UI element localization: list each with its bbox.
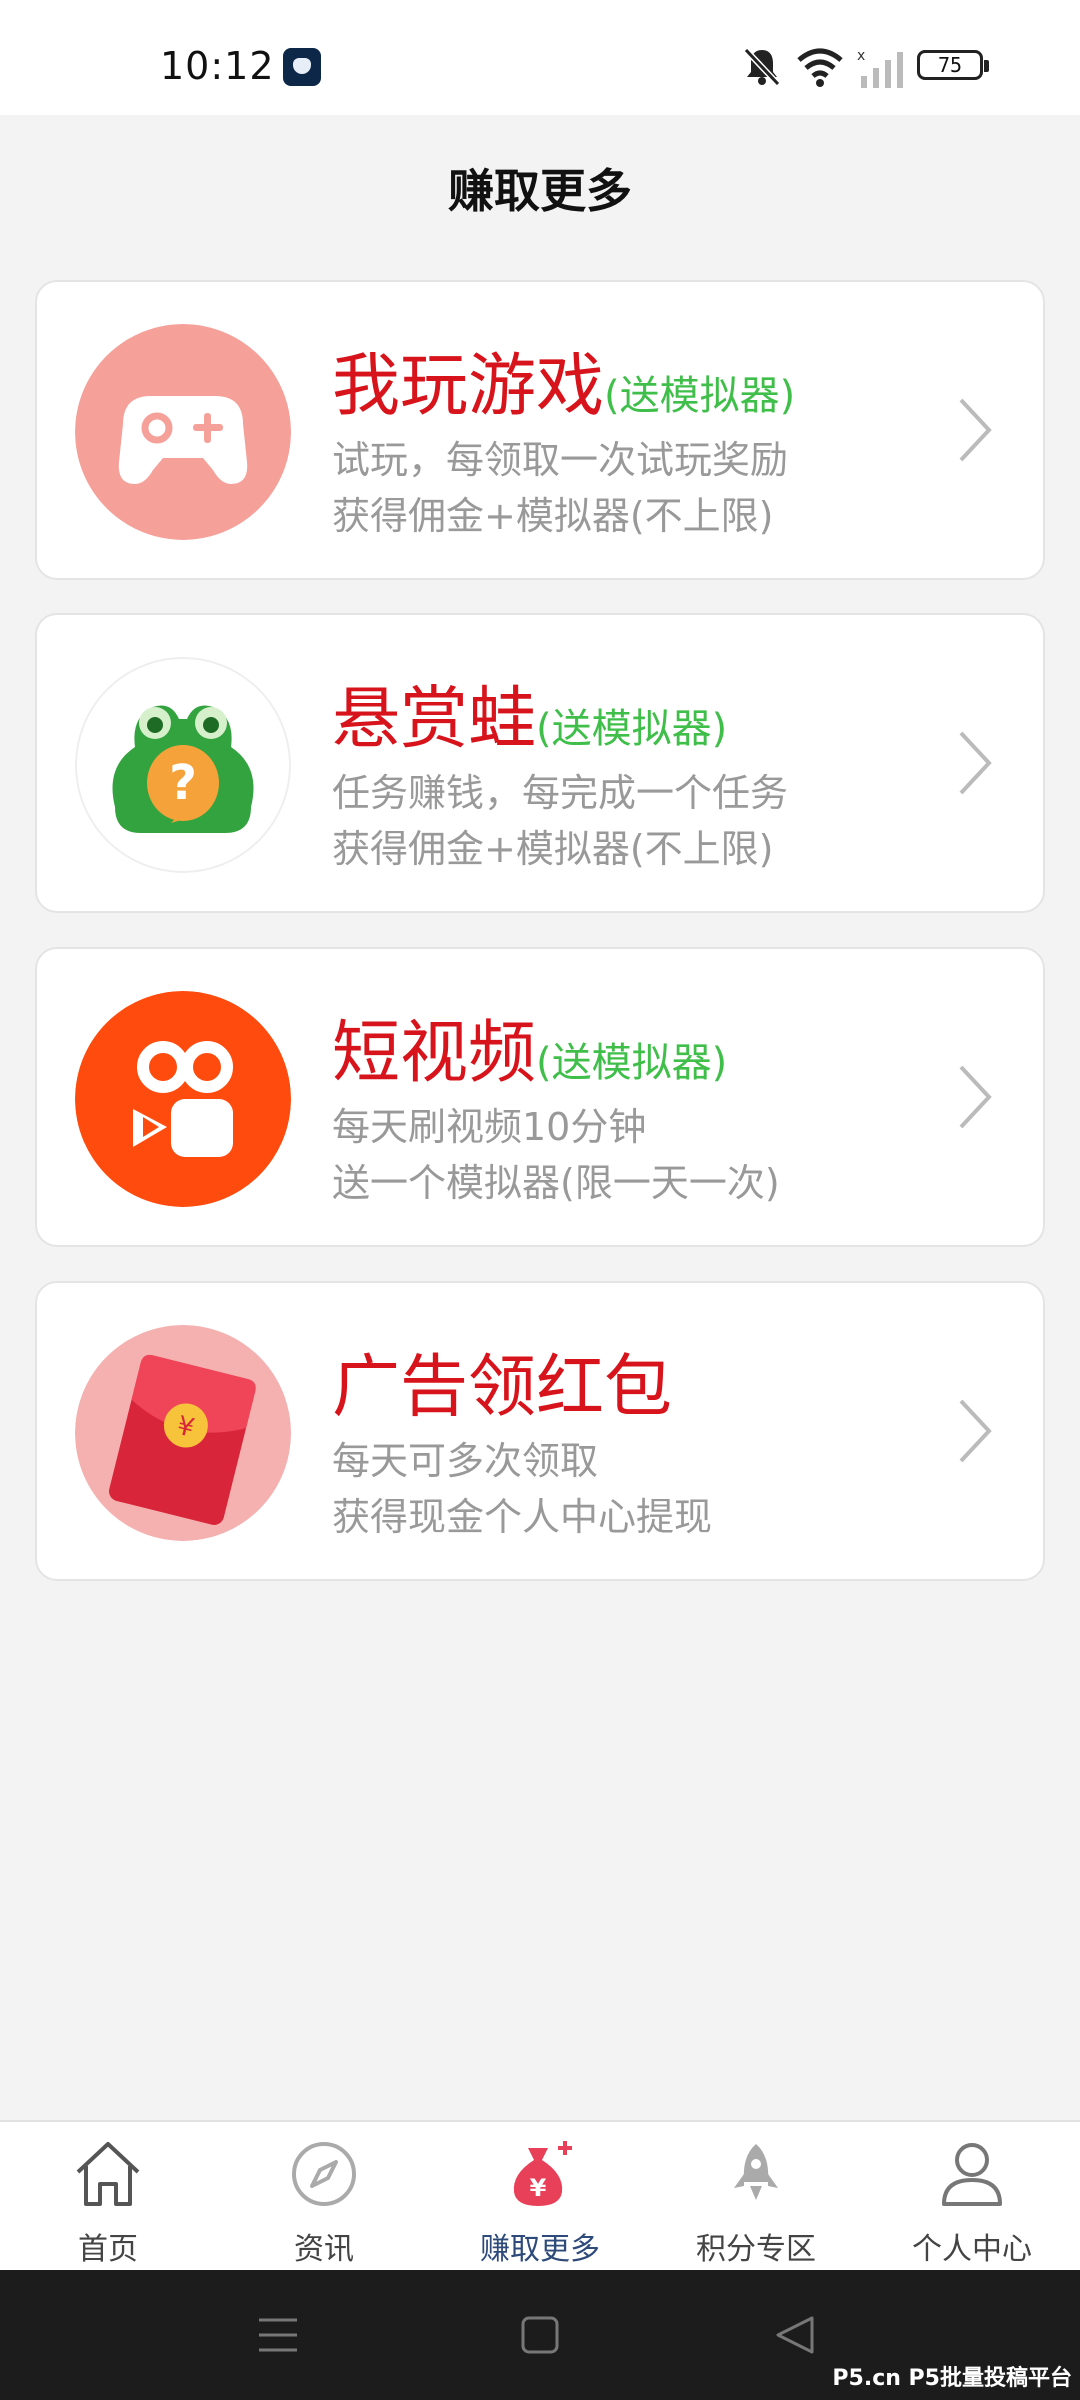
chevron-right-icon <box>959 731 992 795</box>
card-desc-line2: 获得佣金+模拟器(不上限) <box>332 494 774 538</box>
card-ad-red-packet[interactable]: ¥ 广告领红包 每天可多次领取 获得现金个人中心提现 <box>35 1281 1045 1581</box>
card-desc-line2: 送一个模拟器(限一天一次) <box>332 1161 780 1205</box>
gift-tag: (送模拟器) <box>604 373 796 419</box>
wifi-icon <box>797 48 843 87</box>
compass-icon <box>292 2142 356 2206</box>
card-title: 悬赏蛙(送模拟器) <box>332 663 727 762</box>
money-bag-icon: ¥ <box>513 2141 572 2206</box>
header: 赚取更多 <box>0 115 1080 245</box>
svg-text:¥: ¥ <box>530 2174 547 2202</box>
gift-tag: (送模拟器) <box>536 706 728 752</box>
back-icon[interactable] <box>770 2310 820 2360</box>
card-title-text: 广告领红包 <box>332 1348 673 1427</box>
card-play-games[interactable]: 我玩游戏(送模拟器) 试玩，每领取一次试玩奖励 获得佣金+模拟器(不上限) <box>35 280 1045 580</box>
tab-label: 首页 <box>78 2232 138 2267</box>
card-description: 试玩，每领取一次试玩奖励 获得佣金+模拟器(不上限) <box>332 432 788 544</box>
menu-icon[interactable] <box>253 2310 303 2360</box>
card-desc-line1: 每天刷视频10分钟 <box>332 1105 647 1149</box>
bell-muted-icon <box>743 47 781 87</box>
red-envelope-icon: ¥ <box>75 1325 291 1541</box>
tab-label: 积分专区 <box>696 2232 816 2267</box>
card-desc-line1: 试玩，每领取一次试玩奖励 <box>332 438 789 482</box>
tab-home[interactable]: 首页 <box>0 2122 216 2272</box>
watermark: P5.cn P5批量投稿平台 <box>832 2366 1072 2391</box>
card-description: 每天刷视频10分钟 送一个模拟器(限一天一次) <box>332 1099 780 1211</box>
home-icon <box>76 2142 140 2206</box>
card-short-video[interactable]: 短视频(送模拟器) 每天刷视频10分钟 送一个模拟器(限一天一次) <box>35 947 1045 1247</box>
card-title: 我玩游戏(送模拟器) <box>332 330 795 429</box>
tab-label: 资讯 <box>294 2232 354 2267</box>
card-desc-line2: 获得现金个人中心提现 <box>332 1495 713 1539</box>
card-bounty-frog[interactable]: ? 悬赏蛙(送模拟器) 任务赚钱，每完成一个任务 获得佣金+模拟器(不上限) <box>35 613 1045 913</box>
card-desc-line2: 获得佣金+模拟器(不上限) <box>332 827 774 871</box>
tab-news[interactable]: 资讯 <box>216 2122 432 2272</box>
card-title-text: 我玩游戏 <box>332 347 605 426</box>
tab-earn-more[interactable]: ¥ 赚取更多 <box>432 2122 648 2272</box>
gamepad-icon <box>75 324 291 540</box>
page-title: 赚取更多 <box>448 164 632 218</box>
card-title-text: 悬赏蛙 <box>332 680 537 759</box>
svg-text:x: x <box>857 48 865 64</box>
tab-label: 个人中心 <box>912 2232 1032 2267</box>
status-bar: 10:12 x 75 <box>0 0 1080 115</box>
system-nav-bar: P5.cn P5批量投稿平台 <box>0 2270 1080 2400</box>
notification-app-icon <box>283 48 321 86</box>
card-title: 短视频(送模拟器) <box>332 997 727 1096</box>
rocket-icon <box>734 2144 778 2200</box>
card-desc-line1: 任务赚钱，每完成一个任务 <box>332 771 789 815</box>
home-square-icon[interactable] <box>515 2310 565 2360</box>
card-title: 广告领红包 <box>332 1331 672 1430</box>
bottom-tab-bar: 首页 资讯 ¥ 赚取更多 积分专区 个人中心 <box>0 2120 1080 2270</box>
chevron-right-icon <box>959 398 992 462</box>
person-icon <box>942 2143 1002 2206</box>
card-title-text: 短视频 <box>332 1014 537 1093</box>
card-description: 每天可多次领取 获得现金个人中心提现 <box>332 1433 712 1545</box>
video-camera-icon <box>75 991 291 1207</box>
battery-indicator: 75 <box>917 50 989 80</box>
tab-profile[interactable]: 个人中心 <box>864 2122 1080 2272</box>
tab-points-zone[interactable]: 积分专区 <box>648 2122 864 2272</box>
card-desc-line1: 每天可多次领取 <box>332 1439 599 1483</box>
status-time: 10:12 <box>160 44 275 88</box>
signal-icon: x <box>857 48 903 88</box>
chevron-right-icon <box>959 1399 992 1463</box>
frog-icon: ? <box>75 657 291 873</box>
tab-label: 赚取更多 <box>480 2232 600 2267</box>
chevron-right-icon <box>959 1065 992 1129</box>
svg-text:?: ? <box>169 755 197 811</box>
gift-tag: (送模拟器) <box>536 1040 728 1086</box>
card-description: 任务赚钱，每完成一个任务 获得佣金+模拟器(不上限) <box>332 765 788 877</box>
